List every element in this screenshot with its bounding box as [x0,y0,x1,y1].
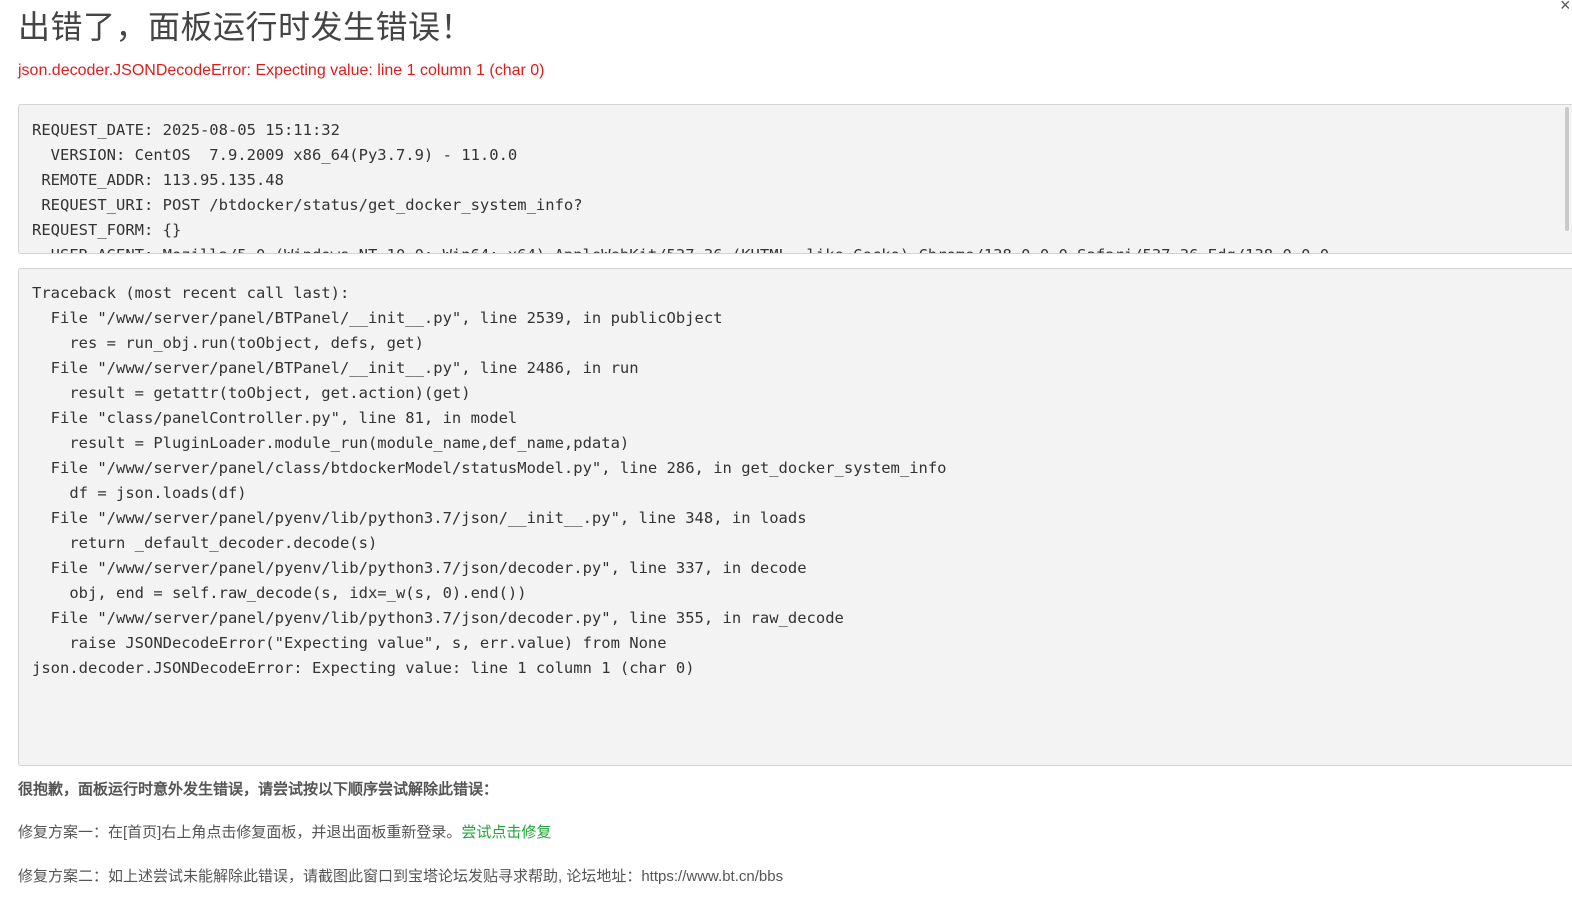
error-page: × 出错了，面板运行时发生错误！ json.decoder.JSONDecode… [0,0,1572,903]
request-info-scrollbar[interactable] [1565,107,1569,231]
apology-message: 很抱歉，面板运行时意外发生错误，请尝试按以下顺序尝试解除此错误： [18,781,499,798]
close-icon[interactable]: × [1560,0,1572,14]
traceback-box[interactable]: Traceback (most recent call last): File … [18,268,1572,766]
fix-option-one-text: 修复方案一：在[首页]右上角点击修复面板，并退出面板重新登录。 [18,824,462,841]
fix-option-one: 修复方案一：在[首页]右上角点击修复面板，并退出面板重新登录。尝试点击修复 [18,821,551,842]
error-summary: json.decoder.JSONDecodeError: Expecting … [18,62,545,79]
page-title: 出错了，面板运行时发生错误！ [18,8,474,46]
fix-option-two: 修复方案二：如上述尝试未能解除此错误，请截图此窗口到宝塔论坛发贴寻求帮助, 论坛… [18,865,783,886]
fix-option-two-text: 修复方案二：如上述尝试未能解除此错误，请截图此窗口到宝塔论坛发贴寻求帮助, 论坛… [18,868,784,885]
request-info-box[interactable]: REQUEST_DATE: 2025-08-05 15:11:32 VERSIO… [18,104,1572,254]
request-info-text: REQUEST_DATE: 2025-08-05 15:11:32 VERSIO… [32,121,1329,253]
try-repair-link[interactable]: 尝试点击修复 [461,824,551,841]
traceback-text: Traceback (most recent call last): File … [32,284,947,677]
